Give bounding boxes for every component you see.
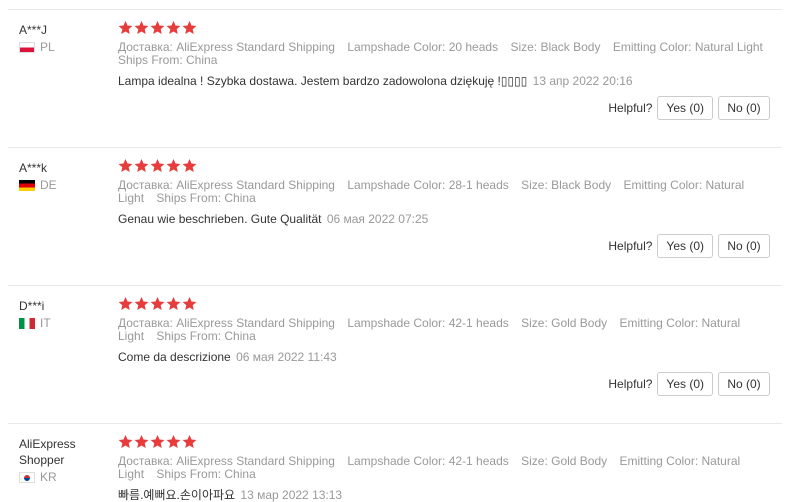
review-text: Genau wie beschrieben. Gute Qualität 06 … xyxy=(118,212,773,226)
shipping-method: Доставка: AliExpress Standard Shipping xyxy=(118,178,335,192)
star-icon xyxy=(166,434,181,449)
reviewer-country: PL xyxy=(19,39,99,55)
review-date: 13 мар 2022 13:13 xyxy=(240,488,343,502)
star-icon xyxy=(134,20,149,35)
shipping-method: Доставка: AliExpress Standard Shipping xyxy=(118,454,335,468)
star-icon xyxy=(150,434,165,449)
helpful-yes-button[interactable]: Yes (0) xyxy=(657,234,713,258)
review-date: 06 мая 2022 11:43 xyxy=(236,350,337,364)
reviewer-name: A***J xyxy=(19,23,48,37)
star-icon xyxy=(182,434,197,449)
star-icon xyxy=(134,158,149,173)
star-icon xyxy=(166,158,181,173)
order-attributes: Доставка: AliExpress Standard Shipping L… xyxy=(118,455,773,481)
star-rating xyxy=(118,434,773,450)
italy-flag-icon xyxy=(19,317,35,329)
country-code: IT xyxy=(40,316,51,330)
review-content: Доставка: AliExpress Standard Shipping L… xyxy=(118,158,773,226)
body-size: Size: Black Body xyxy=(521,178,612,192)
lampshade-color: Lampshade Color: 28-1 heads xyxy=(347,178,509,192)
star-icon xyxy=(118,158,133,173)
helpful-vote: Helpful? Yes (0) No (0) xyxy=(608,234,770,258)
review-text: 빠름.예뻐요.손이아파요 13 мар 2022 13:13 xyxy=(118,488,773,502)
helpful-yes-button[interactable]: Yes (0) xyxy=(657,96,713,120)
star-icon xyxy=(134,296,149,311)
review-content: Доставка: AliExpress Standard Shipping L… xyxy=(118,434,773,502)
helpful-label: Helpful? xyxy=(608,377,653,391)
review-text: Come da descrizione 06 мая 2022 11:43 xyxy=(118,350,773,364)
country-code: DE xyxy=(40,178,57,192)
review-divider xyxy=(8,147,782,148)
shipping-method: Доставка: AliExpress Standard Shipping xyxy=(118,316,335,330)
helpful-yes-button[interactable]: Yes (0) xyxy=(657,372,713,396)
reviewer-info: A***J PL xyxy=(19,22,99,55)
star-rating xyxy=(118,20,773,36)
review-divider xyxy=(8,285,782,286)
helpful-no-button[interactable]: No (0) xyxy=(718,234,770,258)
review-divider xyxy=(8,423,782,424)
poland-flag-icon xyxy=(19,41,35,53)
review-body: Come da descrizione xyxy=(118,350,231,364)
reviewer-country: DE xyxy=(19,177,99,193)
body-size: Size: Gold Body xyxy=(521,454,608,468)
review-content: Доставка: AliExpress Standard Shipping L… xyxy=(118,296,773,364)
order-attributes: Доставка: AliExpress Standard Shipping L… xyxy=(118,41,773,67)
reviewer-name: A***k xyxy=(19,161,48,175)
shipping-method: Доставка: AliExpress Standard Shipping xyxy=(118,40,335,54)
star-icon xyxy=(150,158,165,173)
lampshade-color: Lampshade Color: 42-1 heads xyxy=(347,316,509,330)
ships-from: Ships From: China xyxy=(156,329,256,343)
star-icon xyxy=(118,296,133,311)
helpful-no-button[interactable]: No (0) xyxy=(718,96,770,120)
reviewer-info: AliExpress Shopper KR xyxy=(19,436,99,485)
review-date: 13 апр 2022 20:16 xyxy=(532,74,633,88)
review-body: Genau wie beschrieben. Gute Qualität xyxy=(118,212,322,226)
lampshade-color: Lampshade Color: 20 heads xyxy=(347,40,499,54)
body-size: Size: Black Body xyxy=(510,40,601,54)
review-divider xyxy=(8,9,782,10)
star-icon xyxy=(150,296,165,311)
reviewer-country: KR xyxy=(19,469,99,485)
helpful-vote: Helpful? Yes (0) No (0) xyxy=(608,96,770,120)
star-rating xyxy=(118,158,773,174)
review-date: 06 мая 2022 07:25 xyxy=(326,212,429,226)
ships-from: Ships From: China xyxy=(118,53,218,67)
review-content: Доставка: AliExpress Standard Shipping L… xyxy=(118,20,773,88)
review-text: Lampa idealna ! Szybka dostawa. Jestem b… xyxy=(118,74,773,88)
star-icon xyxy=(166,20,181,35)
order-attributes: Доставка: AliExpress Standard Shipping L… xyxy=(118,179,773,205)
star-icon xyxy=(150,20,165,35)
ships-from: Ships From: China xyxy=(156,467,256,481)
star-icon xyxy=(118,20,133,35)
star-icon xyxy=(118,434,133,449)
lampshade-color: Lampshade Color: 42-1 heads xyxy=(347,454,509,468)
helpful-label: Helpful? xyxy=(608,101,653,115)
review-body: Lampa idealna ! Szybka dostawa. Jestem b… xyxy=(118,74,528,88)
helpful-no-button[interactable]: No (0) xyxy=(718,372,770,396)
star-icon xyxy=(134,434,149,449)
order-attributes: Доставка: AliExpress Standard Shipping L… xyxy=(118,317,773,343)
star-icon xyxy=(182,296,197,311)
star-icon xyxy=(182,20,197,35)
reviewer-info: A***k DE xyxy=(19,160,99,193)
germany-flag-icon xyxy=(19,179,35,191)
reviewer-name: AliExpress Shopper xyxy=(19,437,76,467)
ships-from: Ships From: China xyxy=(156,191,256,205)
review-body: 빠름.예뻐요.손이아파요 xyxy=(118,488,236,502)
helpful-label: Helpful? xyxy=(608,239,653,253)
star-icon xyxy=(182,158,197,173)
reviewer-name: D***i xyxy=(19,299,45,313)
star-icon xyxy=(166,296,181,311)
helpful-vote: Helpful? Yes (0) No (0) xyxy=(608,372,770,396)
reviewer-country: IT xyxy=(19,315,99,331)
country-code: KR xyxy=(40,470,57,484)
korea-flag-icon xyxy=(19,471,35,483)
body-size: Size: Gold Body xyxy=(521,316,608,330)
star-rating xyxy=(118,296,773,312)
country-code: PL xyxy=(40,40,55,54)
emitting-color: Emitting Color: Natural Light xyxy=(612,40,763,54)
reviewer-info: D***i IT xyxy=(19,298,99,331)
